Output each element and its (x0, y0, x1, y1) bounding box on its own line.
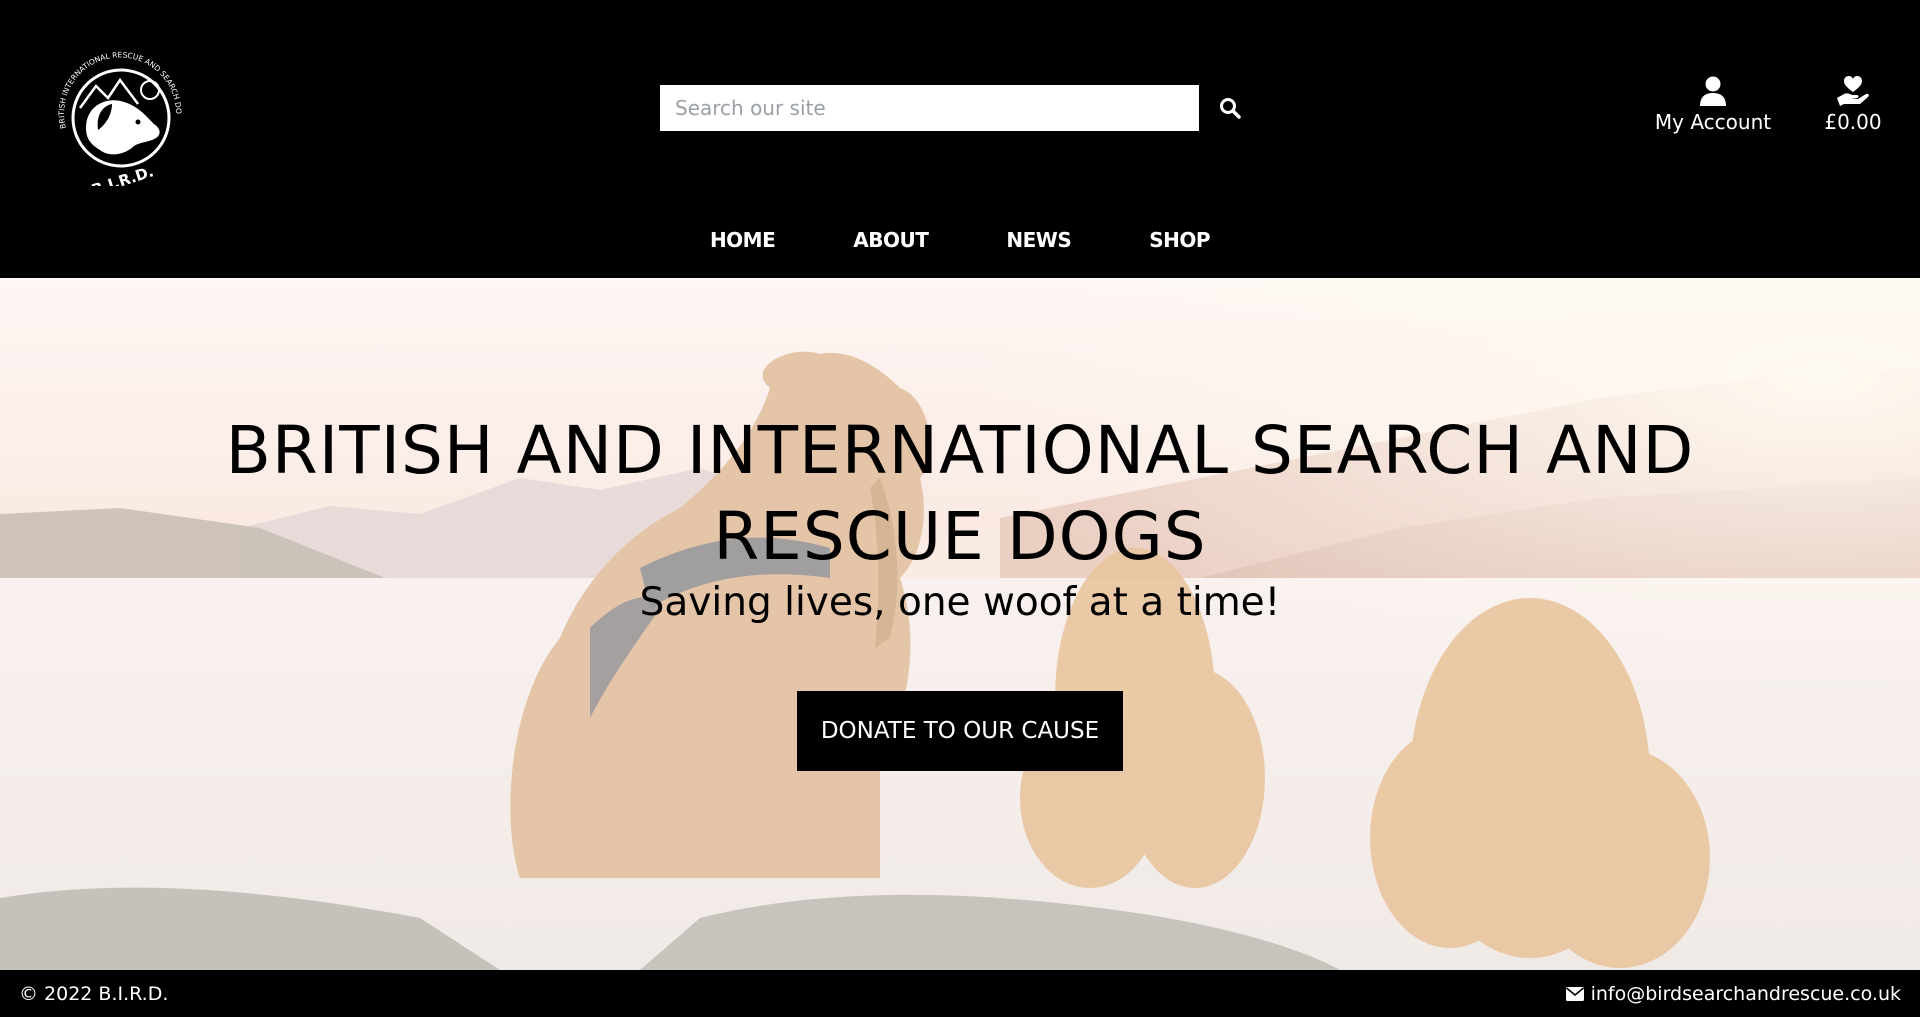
dog-mountain-logo-icon: BRITISH INTERNATIONAL RESCUE AND SEARCH … (43, 39, 183, 199)
site-logo[interactable]: BRITISH INTERNATIONAL RESCUE AND SEARCH … (43, 39, 196, 199)
hero-title-line-1: BRITISH AND INTERNATIONAL SEARCH AND (225, 412, 1695, 489)
copyright-text: © 2022 B.I.R.D. (19, 982, 169, 1005)
contact-email-link[interactable]: info@birdsearchandrescue.co.uk (1565, 983, 1901, 1005)
nav-about[interactable]: ABOUT (853, 228, 929, 252)
search-icon (1220, 98, 1241, 119)
donation-basket-link[interactable]: £0.00 (1822, 76, 1884, 134)
nav-shop[interactable]: SHOP (1149, 228, 1210, 252)
search-button[interactable] (1199, 85, 1261, 131)
nav-home[interactable]: HOME (710, 228, 776, 252)
contact-email: info@birdsearchandrescue.co.uk (1590, 982, 1901, 1005)
nav-news[interactable]: NEWS (1006, 228, 1071, 252)
envelope-icon (1565, 986, 1584, 1001)
donate-button[interactable]: DONATE TO OUR CAUSE (797, 691, 1123, 771)
hero-title-line-2: RESCUE DOGS (713, 498, 1207, 575)
site-footer: © 2022 B.I.R.D. info@birdsearchandrescue… (0, 970, 1920, 1017)
main-navigation: HOME ABOUT NEWS SHOP (0, 228, 1920, 252)
my-account-label: My Account (1654, 110, 1772, 134)
hero-title: BRITISH AND INTERNATIONAL SEARCH AND RES… (160, 408, 1760, 580)
hero-subtitle: Saving lives, one woof at a time! (639, 580, 1281, 625)
donate-heart-hand-icon (1837, 76, 1869, 106)
my-account-link[interactable]: My Account (1650, 76, 1776, 134)
basket-total: £0.00 (1824, 110, 1882, 134)
site-header: BRITISH INTERNATIONAL RESCUE AND SEARCH … (0, 0, 1920, 278)
search-bar (660, 85, 1261, 131)
search-input[interactable] (660, 85, 1199, 131)
hero-banner: BRITISH AND INTERNATIONAL SEARCH AND RES… (0, 278, 1920, 970)
user-icon (1700, 76, 1726, 106)
